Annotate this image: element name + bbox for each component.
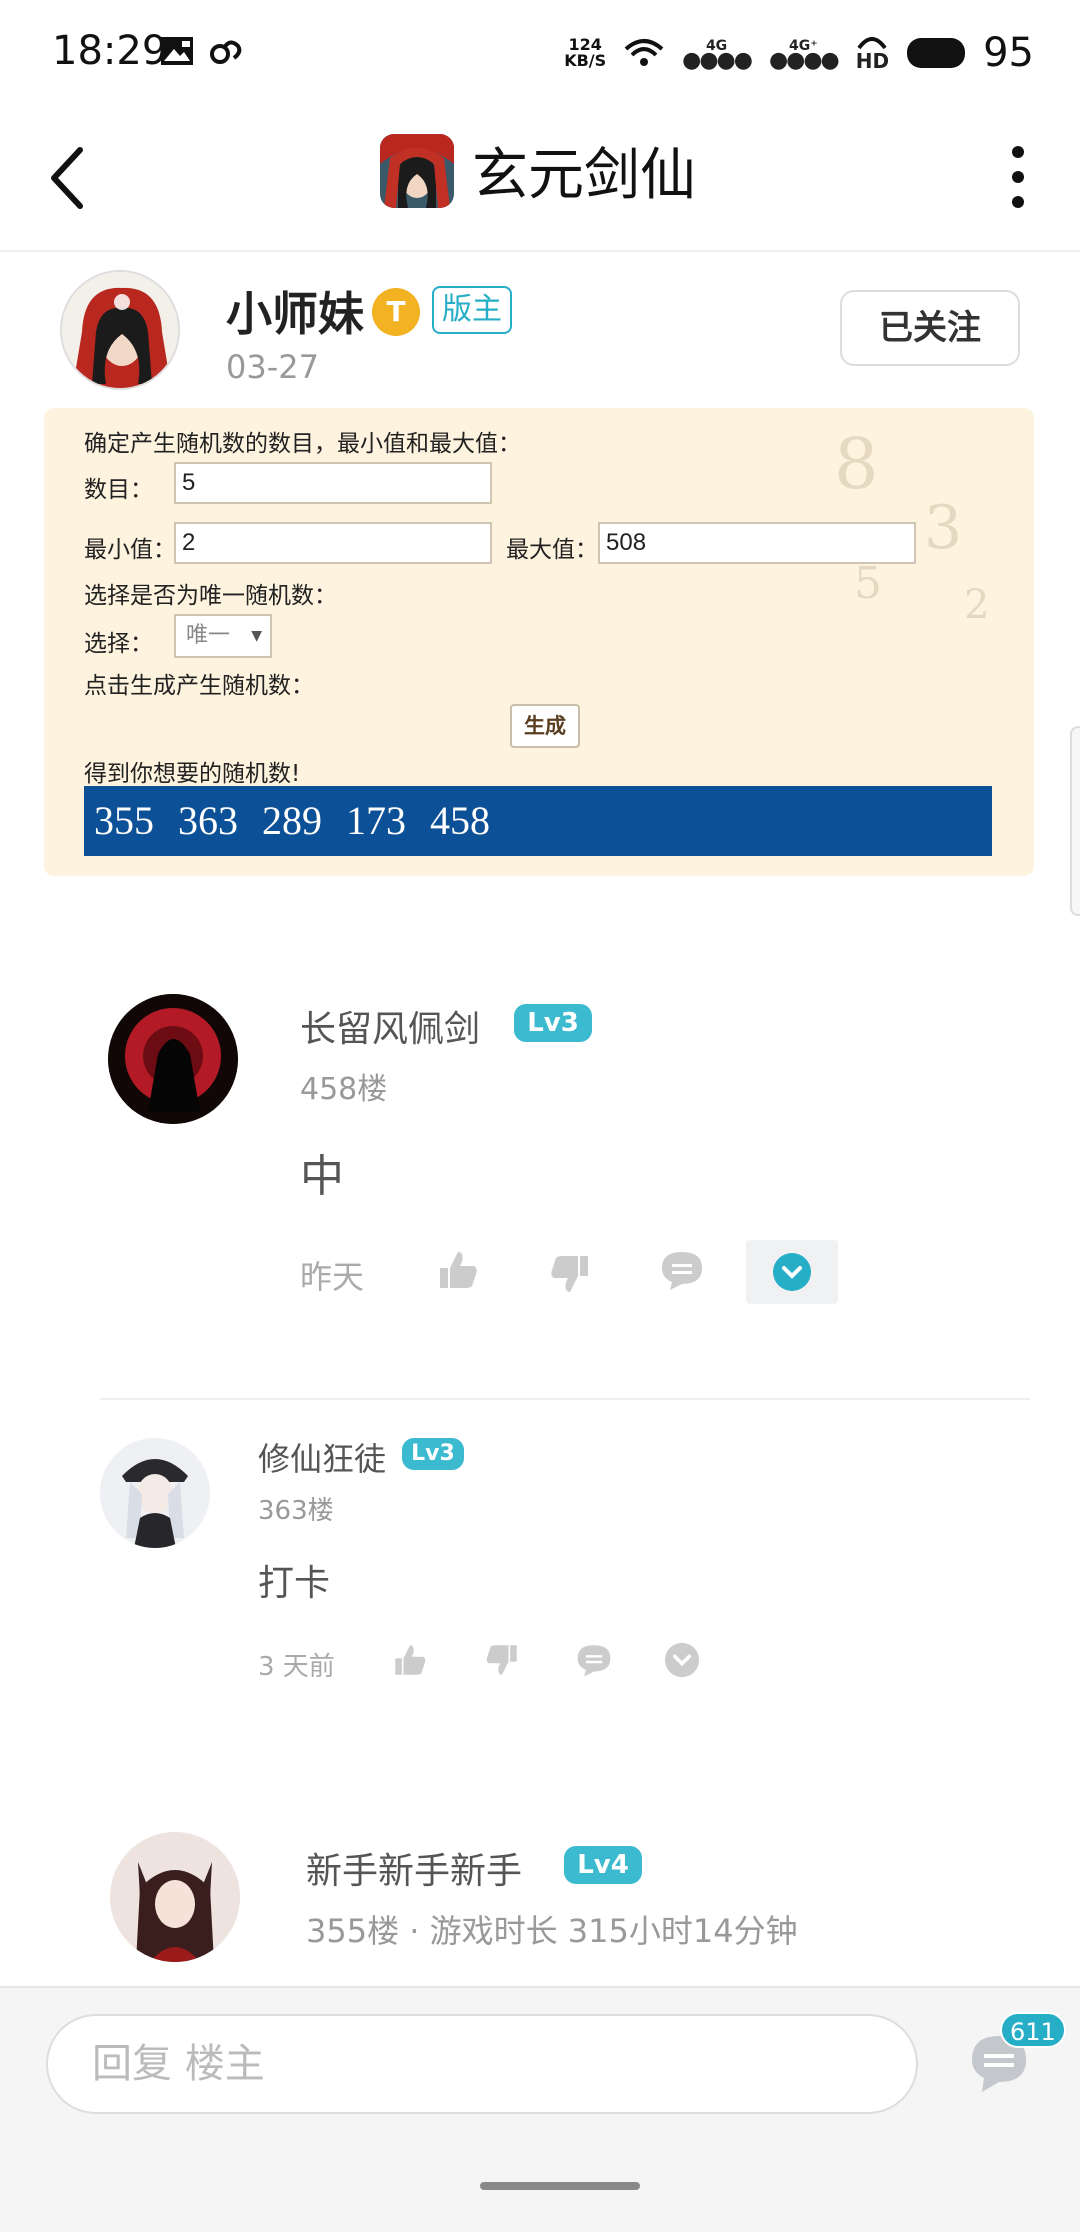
comment-item: 长留风佩剑 Lv3 458楼 中 昨天: [0, 990, 1080, 1320]
status-time: 18:29: [52, 28, 168, 74]
reply-bubble-icon[interactable]: [660, 1248, 704, 1292]
reply-input[interactable]: 回复 楼主: [46, 2014, 918, 2114]
signal-dots-icon: ●●●●: [768, 48, 840, 73]
dislike-icon[interactable]: [548, 1252, 592, 1296]
signal-4g-1: 4G ●●●●: [682, 38, 753, 73]
image-notification-icon: [161, 37, 193, 65]
comment-body: 中: [300, 1151, 344, 1202]
top-nav-bar: 玄元剑仙: [0, 104, 1080, 252]
reply-bar: 回复 楼主 611: [0, 1986, 1080, 2232]
rng-intro: 确定产生随机数的数目，最小值和最大值：: [84, 431, 521, 457]
back-arrow-icon[interactable]: [40, 140, 100, 216]
rng-generate-intro: 点击生成产生随机数：: [84, 673, 314, 699]
commenter-name[interactable]: 新手新手新手: [306, 1842, 522, 1894]
level-badge: Lv3: [514, 1004, 592, 1042]
commenter-avatar[interactable]: [108, 994, 238, 1124]
comment-count-badge: 611: [1000, 2012, 1066, 2048]
nav-title-group[interactable]: 玄元剑仙: [380, 130, 696, 211]
battery-level: 95: [983, 30, 1034, 76]
rng-unique-intro: 选择是否为唯一随机数：: [84, 583, 337, 609]
screen: 18:29 124 KB/S 4G ●●●● 4G⁺ ●●●● HD 95 玄元…: [0, 0, 1080, 2232]
expand-button[interactable]: [746, 1240, 838, 1304]
scroll-indicator[interactable]: [1070, 726, 1080, 916]
chevron-down-circle-icon[interactable]: [664, 1642, 700, 1678]
like-icon[interactable]: [392, 1642, 428, 1678]
hd-call-indicator: HD: [855, 36, 890, 73]
commenter-avatar[interactable]: [100, 1438, 210, 1548]
svg-text:2: 2: [964, 582, 989, 628]
signal-4g-2: 4G⁺ ●●●●: [768, 38, 840, 73]
rng-count-label: 数目：: [84, 477, 153, 503]
network-speed-unit: KB/S: [564, 51, 607, 70]
commenter-avatar[interactable]: [110, 1832, 240, 1962]
divider: [100, 1398, 1030, 1400]
page-title: 玄元剑仙: [472, 143, 696, 208]
rng-min-label: 最小值：: [84, 537, 176, 563]
comment-floor: 355楼 · 游戏时长 315小时14分钟: [306, 1912, 798, 1950]
rng-result-intro: 得到你想要的随机数!: [84, 761, 301, 787]
link-notification-icon: [210, 40, 242, 64]
rng-count-field[interactable]: 5: [174, 462, 492, 504]
reply-bubble-icon[interactable]: [576, 1642, 612, 1678]
network-speed: 124 KB/S: [564, 37, 606, 69]
status-left-icons: [160, 36, 244, 66]
chevron-down-circle-icon: [773, 1253, 811, 1291]
battery-icon: [907, 38, 966, 68]
rng-unique-select[interactable]: 唯一 ▼: [174, 614, 272, 658]
commenter-name[interactable]: 修仙狂徒: [258, 1434, 386, 1480]
status-bar: 18:29 124 KB/S 4G ●●●● 4G⁺ ●●●● HD 95: [0, 0, 1080, 104]
author-t-badge-icon: T: [372, 288, 420, 336]
comment-floor: 363楼: [258, 1496, 334, 1526]
rng-max-field[interactable]: 508: [598, 522, 916, 564]
comment-floor: 458楼: [300, 1072, 388, 1107]
svg-text:8: 8: [834, 423, 879, 505]
game-icon: [380, 133, 454, 208]
rng-max-label: 最大值：: [506, 537, 598, 563]
author-name[interactable]: 小师妹: [226, 278, 364, 344]
follow-button[interactable]: 已关注: [840, 290, 1020, 366]
hd-label: HD: [855, 49, 890, 73]
wifi-icon: [624, 39, 664, 66]
svg-text:3: 3: [924, 493, 962, 563]
like-icon[interactable]: [436, 1248, 480, 1292]
dislike-icon[interactable]: [484, 1642, 520, 1678]
author-avatar[interactable]: [60, 270, 180, 390]
rng-select-label: 选择：: [84, 631, 153, 657]
rng-result-bar: 355 363 289 173 458: [84, 786, 992, 856]
signal-dots-icon: ●●●●: [682, 48, 753, 73]
comment-body: 打卡: [258, 1563, 331, 1604]
comment-time: 昨天: [300, 1258, 365, 1296]
svg-text:5: 5: [854, 558, 882, 609]
rng-min-field[interactable]: 2: [174, 522, 492, 564]
rng-generate-button[interactable]: 生成: [510, 704, 580, 748]
comment-item: 修仙狂徒 Lv3 363楼 打卡 3 天前: [0, 1424, 1080, 1704]
comment-time: 3 天前: [258, 1652, 335, 1682]
moderator-badge: 版主: [432, 286, 512, 334]
commenter-name[interactable]: 长留风佩剑: [300, 1000, 480, 1052]
level-badge: Lv3: [402, 1438, 464, 1470]
home-indicator[interactable]: [480, 2182, 640, 2190]
post-image-random-number-generator[interactable]: 8 3 5 2 × 确定产生随机数的数目，最小值和最大值： 数目： 5 最小值：…: [44, 408, 1034, 876]
status-right-icons: 124 KB/S 4G ●●●● 4G⁺ ●●●● HD 95: [564, 30, 1034, 76]
level-badge: Lv4: [564, 1846, 642, 1884]
post-author-header: 小师妹 T 版主 03-27 已关注: [0, 256, 1080, 406]
dropdown-arrow-icon: ▼: [251, 628, 262, 644]
rng-select-value: 唯一: [186, 623, 231, 648]
post-date: 03-27: [226, 348, 319, 386]
comment-item: 新手新手新手 Lv4 355楼 · 游戏时长 315小时14分钟: [0, 1832, 1080, 1988]
more-options-icon[interactable]: [1008, 142, 1028, 212]
